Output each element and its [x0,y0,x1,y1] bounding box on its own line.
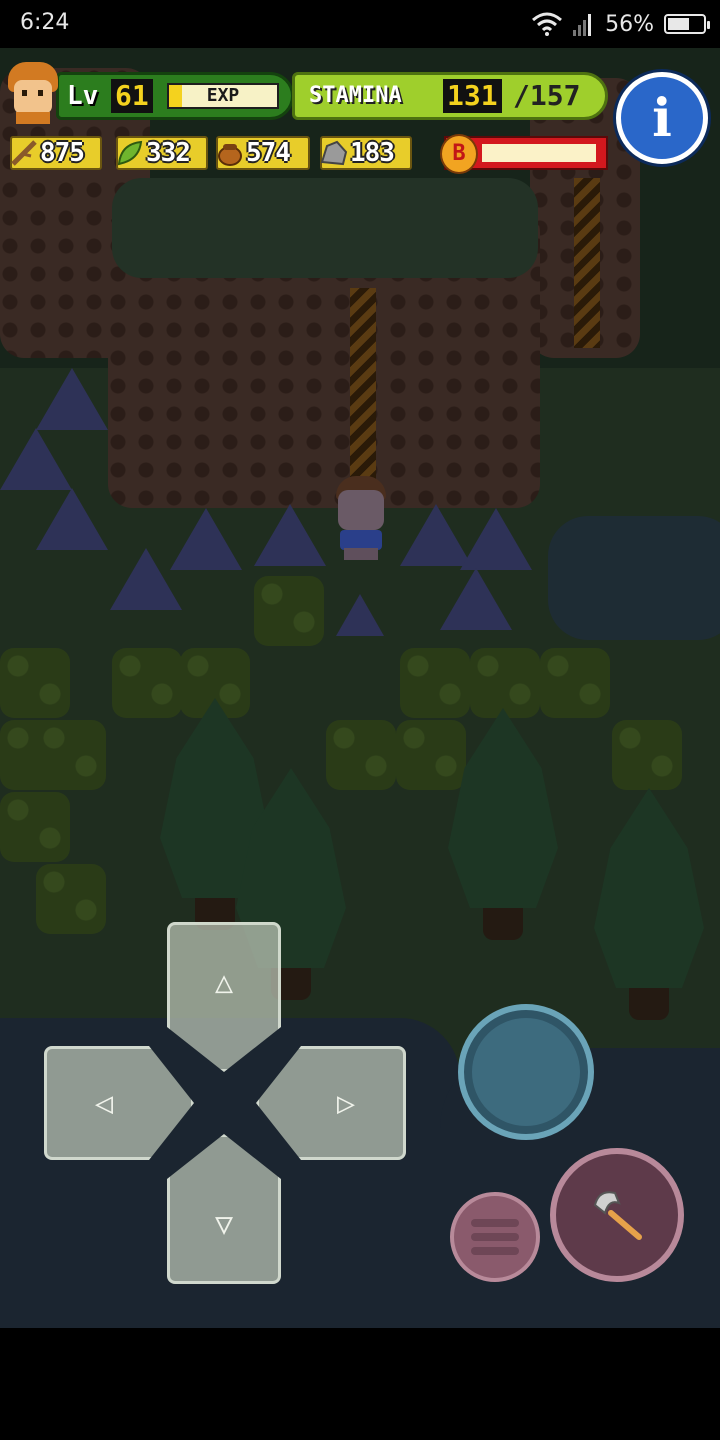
action-button[interactable] [458,1004,594,1140]
boss-health-fill [482,144,596,162]
stamina-max: /157 [513,79,581,112]
stone-icon [316,134,352,172]
bush [612,720,682,790]
bush [0,792,70,862]
arrow-up-icon: △ [214,964,234,1000]
climbing-vine [574,178,600,348]
dpad-left-button[interactable]: ◁ [44,1046,194,1160]
info-button[interactable]: i [616,72,708,164]
status-bar: 6:24 56% [0,0,720,48]
dpad-right-button[interactable]: ▷ [256,1046,406,1160]
player-avatar [6,62,60,124]
rock [460,508,532,570]
rock [336,594,384,636]
tool-axe-button[interactable] [550,1148,684,1282]
resource-nut: 574 [216,136,310,170]
battery-percent: 56% [605,11,654,37]
boss-coin-icon: B [440,134,478,174]
level-value: 61 [111,79,153,113]
arrow-left-icon: ◁ [94,1085,114,1121]
bush [36,720,106,790]
exp-bar: EXP [167,83,279,109]
player-character [328,476,394,562]
dpad-up-button[interactable]: △ [167,922,281,1072]
nut-icon [212,134,248,172]
bush [254,576,324,646]
rock [36,368,108,430]
rock [170,508,242,570]
pond [548,516,720,640]
pine-tree [448,708,558,940]
resource-leaf: 332 [116,136,208,170]
wood-stick-icon [6,134,42,172]
level-label: Lv [67,81,99,111]
plateau-top [112,178,538,278]
level-bar: Lv 61 EXP [56,72,294,120]
exp-label: EXP [206,85,240,106]
status-icons: 56% [531,10,710,38]
boss-health-bar: B [440,134,608,174]
resource-leaf-value: 332 [146,138,191,168]
info-icon: i [652,87,672,149]
axe-icon [593,1191,642,1240]
menu-line [471,1247,519,1255]
menu-line [471,1219,519,1227]
battery-icon [664,14,710,34]
arrow-right-icon: ▷ [336,1085,356,1121]
climbing-vine [350,288,376,488]
resource-stone: 183 [320,136,412,170]
resource-wood-value: 875 [40,138,85,168]
stamina-current: 131 [443,79,502,113]
leaf-icon [112,134,148,172]
resource-wood: 875 [10,136,102,170]
stamina-label: STAMINA [309,83,402,108]
pine-tree [594,788,704,1020]
menu-line [471,1233,519,1241]
dpad: △ ▽ ◁ ▷ [44,922,406,1284]
arrow-down-icon: ▽ [214,1206,234,1242]
dpad-down-button[interactable]: ▽ [167,1134,281,1284]
wifi-icon [532,12,563,36]
rock [254,504,326,566]
rock [440,568,512,630]
bush [0,648,70,718]
resource-stone-value: 183 [350,138,395,168]
status-time: 6:24 [20,10,70,35]
resource-nut-value: 574 [246,138,291,168]
signal-icon [573,14,592,36]
menu-button[interactable] [450,1192,540,1282]
rock [0,428,72,490]
rock [36,488,108,550]
stamina-bar: STAMINA 131 /157 [292,72,608,120]
